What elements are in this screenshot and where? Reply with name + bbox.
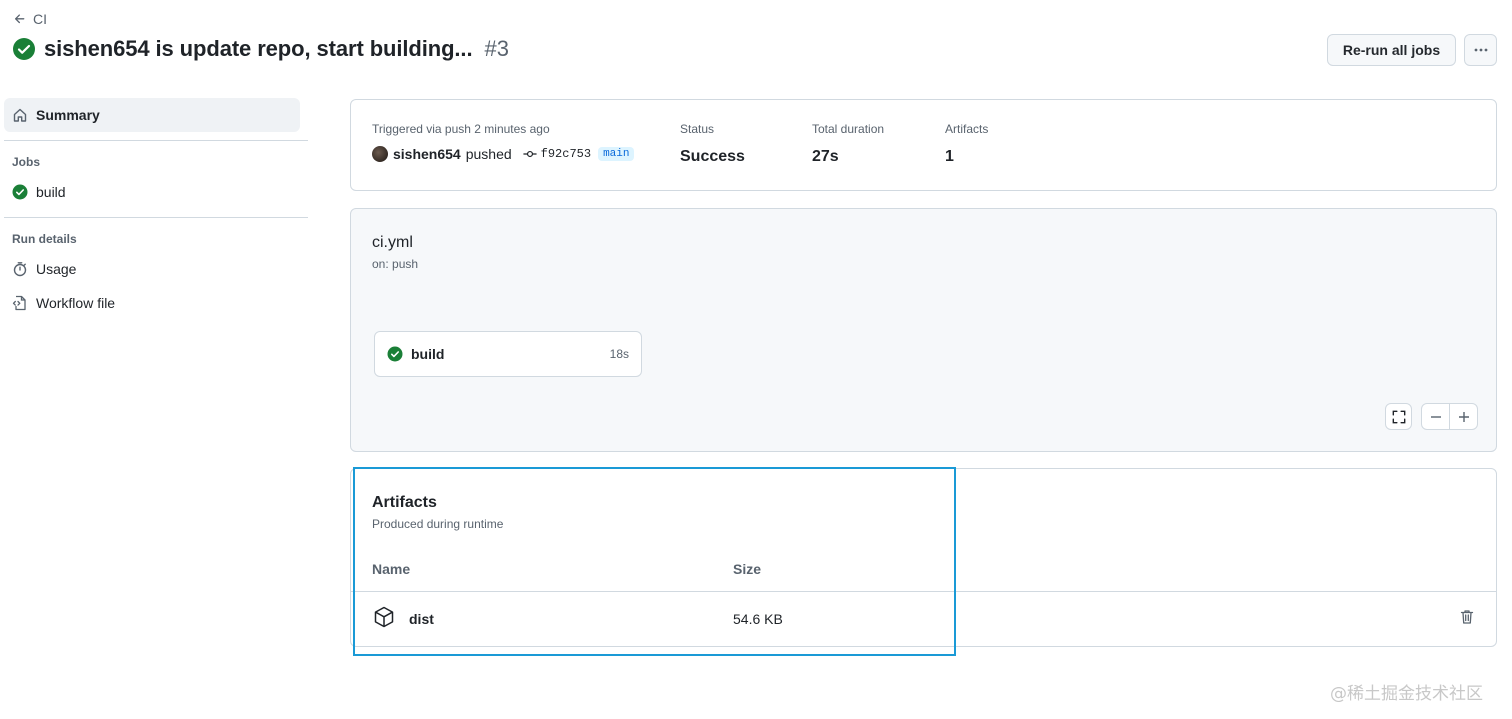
- more-options-button[interactable]: [1464, 34, 1497, 66]
- sidebar-divider: [4, 217, 308, 218]
- git-commit-icon: [523, 150, 537, 158]
- sidebar-heading-jobs: Jobs: [12, 155, 41, 169]
- status-label: Status: [680, 122, 715, 136]
- run-title-row: sishen654 is update repo, start building…: [12, 36, 509, 62]
- action-text: pushed: [465, 146, 512, 162]
- job-node-build[interactable]: build 18s: [374, 331, 642, 377]
- artifacts-subtitle: Produced during runtime: [372, 517, 504, 531]
- trigger-row: sishen654 pushed f92c753 main: [372, 146, 635, 162]
- workflow-trigger: on: push: [372, 257, 419, 271]
- back-link-ci[interactable]: CI: [13, 11, 47, 27]
- artifact-size: 54.6 KB: [733, 611, 783, 627]
- stopwatch-icon: [13, 262, 27, 277]
- zoom-in-button[interactable]: [1450, 404, 1477, 429]
- commit-link[interactable]: f92c753: [523, 147, 591, 161]
- trash-icon[interactable]: [1459, 609, 1475, 625]
- kebab-horizontal-icon: [1474, 48, 1487, 52]
- table-row: dist 54.6 KB: [351, 591, 1496, 647]
- duration-label: Total duration: [812, 122, 885, 136]
- job-duration: 18s: [609, 347, 629, 361]
- zoom-out-button[interactable]: [1422, 404, 1450, 429]
- check-circle-fill-icon: [387, 346, 403, 362]
- sidebar-item-workflow-file[interactable]: Workflow file: [4, 286, 308, 320]
- column-header-name: Name: [372, 561, 411, 577]
- sidebar-divider: [4, 140, 308, 141]
- artifacts-title: Artifacts: [372, 494, 437, 511]
- rerun-all-jobs-button[interactable]: Re-run all jobs: [1327, 34, 1456, 66]
- check-circle-fill-icon: [13, 38, 35, 60]
- page-title: sishen654 is update repo, start building…: [44, 36, 473, 61]
- arrow-left-icon: [14, 14, 25, 24]
- artifacts-count-info[interactable]: Artifacts 1: [945, 122, 988, 166]
- trigger-info: Triggered via push 2 minutes ago sishen6…: [372, 122, 635, 162]
- branch-badge[interactable]: main: [598, 147, 635, 161]
- sidebar-item-label: build: [36, 184, 66, 200]
- check-circle-fill-icon: [12, 184, 28, 200]
- duration-value: 27s: [812, 148, 839, 165]
- artifacts-count-label: Artifacts: [945, 122, 989, 136]
- sidebar-item-summary[interactable]: Summary: [4, 98, 300, 132]
- back-link-label: CI: [33, 11, 47, 27]
- status-value: Success: [680, 148, 745, 165]
- dash-icon: [1430, 415, 1441, 418]
- fullscreen-button[interactable]: [1385, 403, 1412, 430]
- job-name: build: [411, 346, 445, 362]
- zoom-controls: [1421, 403, 1478, 430]
- avatar[interactable]: [372, 146, 388, 162]
- actor-link[interactable]: sishen654: [393, 146, 461, 162]
- trigger-label: Triggered via push 2 minutes ago: [372, 122, 550, 136]
- commit-sha: f92c753: [540, 147, 592, 161]
- duration-info: Total duration 27s: [812, 122, 884, 166]
- artifacts-count-value: 1: [945, 148, 954, 165]
- sidebar-item-label: Workflow file: [36, 295, 116, 311]
- sidebar: Summary Jobs build Run details Usage Wor…: [4, 98, 308, 320]
- run-summary-card: Triggered via push 2 minutes ago sishen6…: [350, 99, 1497, 191]
- artifacts-card: Artifacts Produced during runtime Name S…: [350, 468, 1497, 647]
- run-number: #3: [484, 36, 509, 61]
- sidebar-item-label: Usage: [36, 261, 77, 277]
- artifact-name-link[interactable]: dist: [409, 611, 434, 627]
- sidebar-item-usage[interactable]: Usage: [4, 252, 308, 286]
- sidebar-heading-run-details: Run details: [12, 232, 77, 246]
- home-icon: [13, 108, 27, 122]
- workflow-file-name: ci.yml: [372, 234, 413, 251]
- sidebar-item-label: Summary: [36, 107, 100, 123]
- watermark: @稀土掘金技术社区: [1330, 684, 1483, 704]
- sidebar-item-build[interactable]: build: [4, 175, 308, 209]
- screen-full-icon: [1392, 410, 1405, 423]
- plus-icon: [1458, 411, 1469, 422]
- package-icon: [374, 606, 394, 628]
- file-code-icon: [12, 295, 26, 311]
- status-info: Status Success: [680, 122, 745, 166]
- workflow-graph-card: ci.yml on: push build 18s: [350, 208, 1497, 452]
- column-header-size: Size: [733, 561, 762, 577]
